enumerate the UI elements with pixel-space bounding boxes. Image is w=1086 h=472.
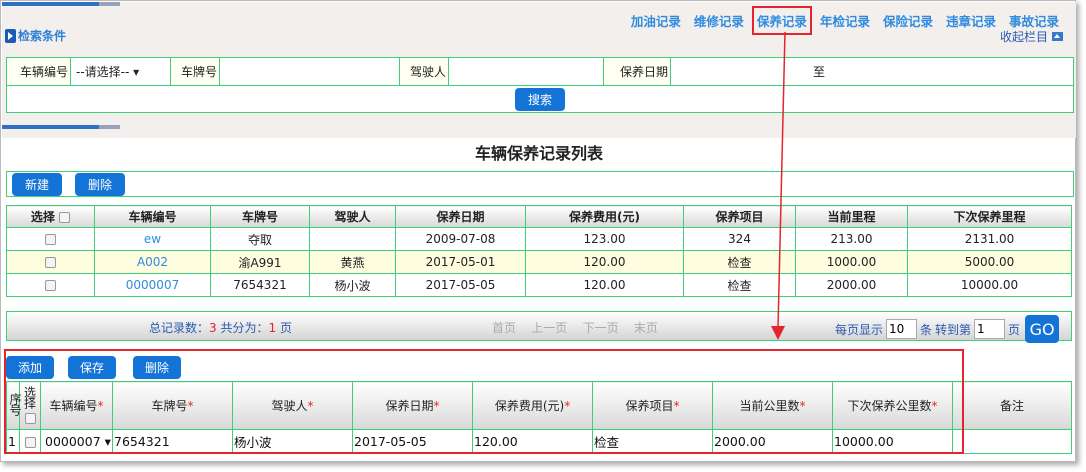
annotation-arrow xyxy=(771,31,786,340)
